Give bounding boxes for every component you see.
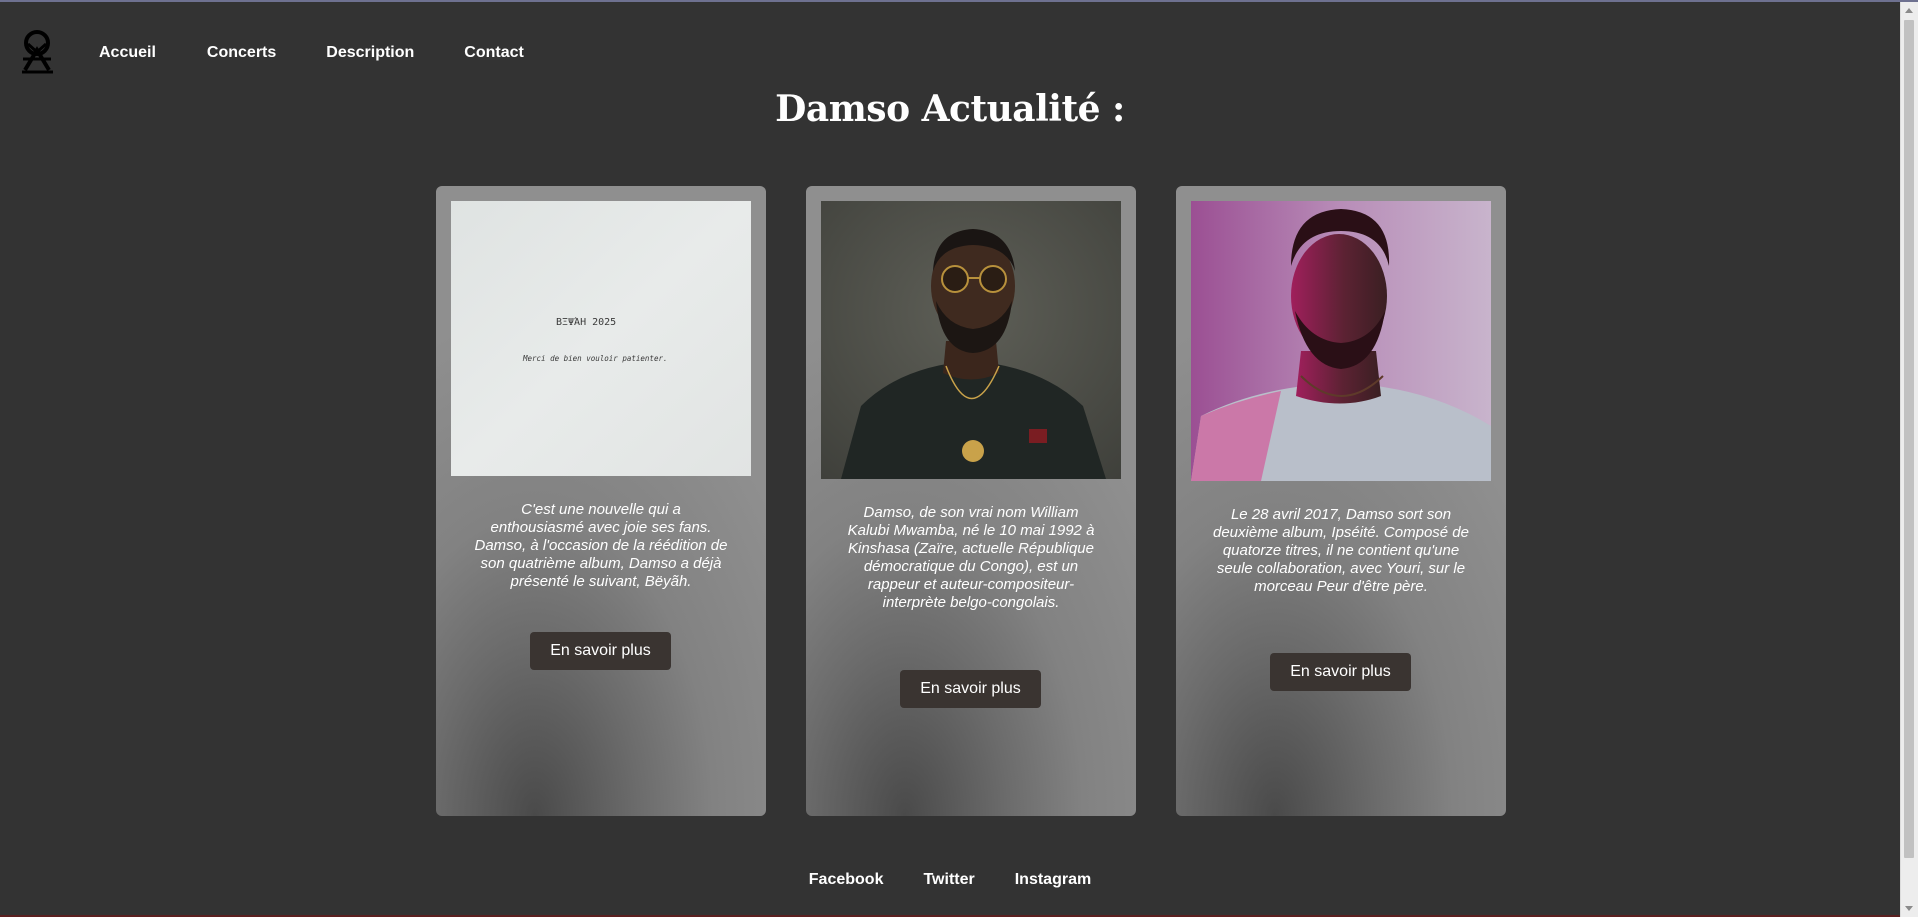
card-description: C'est une nouvelle qui a enthousiasmé av…: [474, 501, 728, 590]
news-card: Damso, de son vrai nom William Kalubi Mw…: [806, 186, 1136, 816]
footer-link-facebook[interactable]: Facebook: [809, 871, 884, 888]
learn-more-button[interactable]: En savoir plus: [900, 670, 1041, 708]
nav-link-description[interactable]: Description: [326, 44, 414, 62]
damso-portrait-sunglasses-image: [821, 201, 1121, 479]
scrollbar-thumb[interactable]: [1904, 20, 1914, 858]
window-top-border: [0, 0, 1918, 2]
page-title: Damso Actualité :: [775, 88, 1125, 130]
nav-link-concerts[interactable]: Concerts: [207, 44, 276, 62]
main-nav: Accueil Concerts Description Contact: [99, 44, 574, 62]
scroll-down-icon[interactable]: [1905, 906, 1913, 911]
nav-link-contact[interactable]: Contact: [464, 44, 524, 62]
note-line-2: Merci de bien vouloir patienter.: [522, 354, 668, 363]
note-line-1: ΒΞΨΆΗ 2025: [556, 316, 616, 328]
footer-link-twitter[interactable]: Twitter: [923, 871, 974, 888]
news-card: Le 28 avril 2017, Damso sort son deuxièm…: [1176, 186, 1506, 816]
footer-link-instagram[interactable]: Instagram: [1015, 871, 1091, 888]
damso-portrait-purple-light-image: [1191, 201, 1491, 481]
footer: Facebook Twitter Instagram: [0, 871, 1900, 889]
vertical-scrollbar[interactable]: [1900, 2, 1918, 917]
scroll-up-icon[interactable]: [1905, 8, 1913, 13]
learn-more-button[interactable]: En savoir plus: [1270, 653, 1411, 691]
card-description: Damso, de son vrai nom William Kalubi Mw…: [847, 504, 1095, 611]
nav-link-accueil[interactable]: Accueil: [99, 44, 156, 62]
learn-more-button[interactable]: En savoir plus: [530, 632, 671, 670]
handwritten-note-image: ΒΞΨΆΗ 2025 Merci de bien vouloir patient…: [451, 201, 751, 476]
card-description: Le 28 avril 2017, Damso sort son deuxièm…: [1213, 506, 1469, 595]
damso-logo-icon[interactable]: [20, 28, 56, 74]
news-card: ΒΞΨΆΗ 2025 Merci de bien vouloir patient…: [436, 186, 766, 816]
